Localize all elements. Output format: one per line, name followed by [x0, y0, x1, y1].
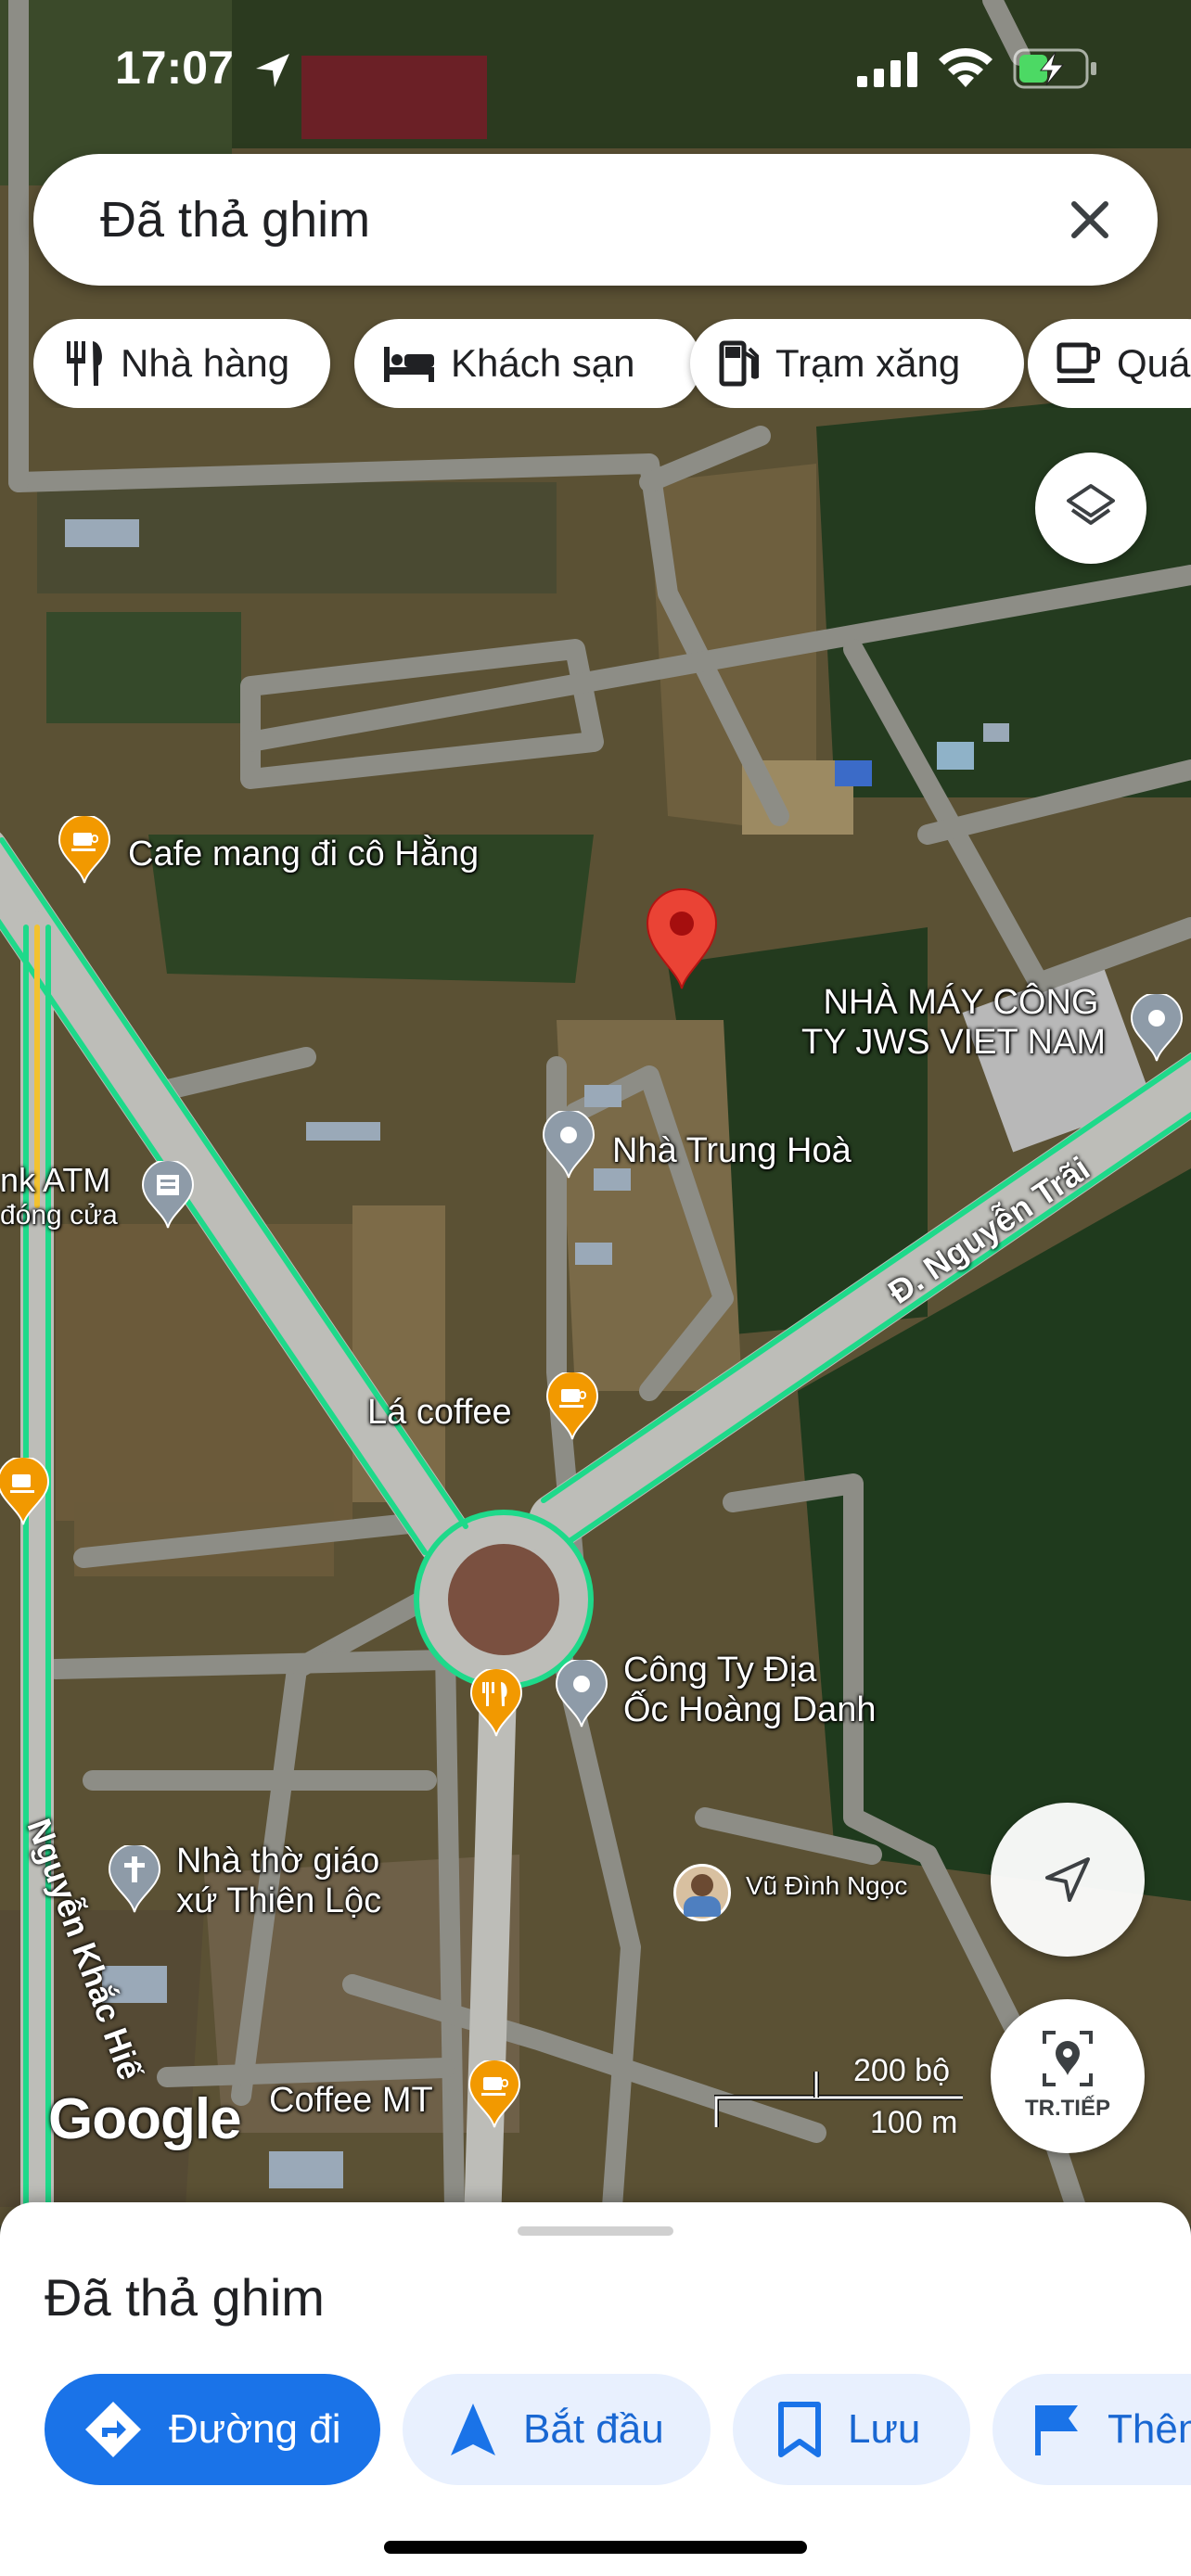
sheet-drag-handle[interactable]	[518, 2226, 673, 2236]
company-poi-icon[interactable]	[555, 1660, 608, 1728]
close-icon[interactable]	[1057, 187, 1122, 252]
place-label-church-line2: xứ Thiên Lộc	[176, 1881, 382, 1920]
explore-next-label: TR.TIẾP	[1024, 2096, 1110, 2121]
location-arrow-icon	[256, 54, 289, 87]
place-label-jws[interactable]: NHÀ MÁY CÔNG TY JWS VIET NAM	[801, 983, 1106, 1063]
bookmark-icon	[778, 2402, 821, 2457]
more-button[interactable]: Thêm	[992, 2374, 1191, 2485]
navigation-arrow-icon	[1045, 1857, 1090, 1902]
cafe-poi-icon[interactable]	[58, 816, 111, 885]
cellular-signal-icon	[857, 52, 917, 87]
coffee-icon	[1057, 342, 1100, 383]
hotel-icon	[384, 347, 434, 382]
directions-button[interactable]: Đường đi	[45, 2374, 380, 2485]
search-input[interactable]: Đã thả ghim	[100, 191, 370, 249]
chip-restaurants[interactable]: Nhà hàng	[33, 319, 330, 408]
church-poi-icon[interactable]	[108, 1845, 161, 1914]
more-label: Thêm	[1108, 2406, 1191, 2452]
cafe-poi-icon[interactable]	[467, 2060, 521, 2129]
company-poi-icon[interactable]	[1130, 994, 1184, 1063]
bottom-sheet[interactable]: Đã thả ghim Đường đi Bắt đầu Lưu Thê	[0, 2202, 1191, 2576]
place-label-trung-hoa[interactable]: Nhà Trung Hoà	[612, 1131, 852, 1171]
google-logo: Google	[48, 2087, 242, 2151]
layers-icon	[1067, 484, 1115, 525]
gas-station-icon	[719, 340, 759, 387]
search-bar[interactable]: Đã thả ghim	[33, 154, 1158, 286]
location-pin-scan-icon	[1043, 2031, 1093, 2086]
scale-metric: 100 m	[870, 2105, 958, 2140]
house-poi-icon[interactable]	[542, 1111, 596, 1180]
chip-gas-stations[interactable]: Trạm xăng	[690, 319, 1024, 408]
restaurant-poi-icon[interactable]	[469, 1669, 523, 1738]
bank-poi-icon[interactable]	[141, 1161, 195, 1230]
battery-charging-icon	[1013, 48, 1096, 89]
place-label-cafe-hang[interactable]: Cafe mang đi cô Hằng	[128, 835, 479, 874]
status-time: 17:07	[115, 42, 234, 94]
directions-label: Đường đi	[169, 2406, 341, 2452]
wifi-icon	[939, 47, 992, 87]
place-label-church[interactable]: Nhà thờ giáo xứ Thiên Lộc	[176, 1842, 381, 1921]
cafe-poi-icon[interactable]	[0, 1458, 50, 1526]
chip-label: Quá	[1117, 341, 1191, 385]
start-label: Bắt đầu	[523, 2406, 664, 2452]
navigation-arrow-icon	[451, 2404, 495, 2455]
directions-icon	[85, 2402, 141, 2457]
chip-coffee[interactable]: Quá	[1028, 319, 1191, 408]
place-label-atm[interactable]: nk ATM đóng cửa	[0, 1161, 118, 1231]
place-label-church-line1: Nhà thờ giáo	[176, 1842, 380, 1881]
place-label-atm-status: đóng cửa	[0, 1200, 118, 1231]
home-indicator[interactable]	[384, 2541, 807, 2554]
user-name-label[interactable]: Vũ Đình Ngọc	[746, 1871, 907, 1901]
chip-label: Nhà hàng	[121, 341, 290, 385]
place-label-hoang-danh-line1: Công Ty Địa	[623, 1651, 817, 1690]
scale-imperial: 200 bộ	[853, 2053, 950, 2088]
place-label-hoang-danh[interactable]: Công Ty Địa Ốc Hoàng Danh	[623, 1651, 877, 1730]
place-label-jws-line1: NHÀ MÁY CÔNG	[823, 983, 1099, 1022]
restaurant-icon	[67, 341, 102, 386]
dropped-pin-icon[interactable]	[644, 886, 720, 990]
place-label-hoang-danh-line2: Ốc Hoàng Danh	[623, 1690, 877, 1729]
place-label-coffee-mt[interactable]: Coffee MT	[269, 2081, 433, 2121]
place-title: Đã thả ghim	[45, 2268, 325, 2327]
avatar[interactable]	[673, 1864, 731, 1921]
cafe-poi-icon[interactable]	[545, 1372, 599, 1441]
explore-next-button[interactable]: TR.TIẾP	[991, 1999, 1145, 2153]
place-label-la-coffee[interactable]: Lá coffee	[367, 1393, 512, 1433]
place-label-jws-line2: TY JWS VIET NAM	[801, 1023, 1106, 1062]
start-button[interactable]: Bắt đầu	[403, 2374, 711, 2485]
category-chips: Nhà hàng Khách sạn Trạm xăng Quá	[33, 319, 1191, 408]
chip-label: Khách sạn	[451, 341, 635, 385]
save-button[interactable]: Lưu	[733, 2374, 970, 2485]
layers-button[interactable]	[1035, 453, 1146, 564]
status-bar: 17:07	[0, 0, 1191, 139]
flag-icon	[1035, 2405, 1078, 2455]
action-buttons: Đường đi Bắt đầu Lưu Thêm	[0, 2374, 1191, 2487]
save-label: Lưu	[848, 2406, 921, 2452]
my-location-button[interactable]	[991, 1803, 1145, 1957]
chip-hotels[interactable]: Khách sạn	[354, 319, 701, 408]
chip-label: Trạm xăng	[775, 341, 961, 385]
place-label-atm-line1: nk ATM	[0, 1161, 111, 1199]
